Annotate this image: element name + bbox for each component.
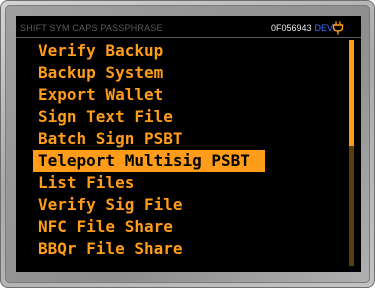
menu-item-sign-text-file[interactable]: Sign Text File xyxy=(16,106,336,128)
device-screen: SHIFT SYM CAPS PASSPHRASE 0F056943 DEV Ve… xyxy=(16,16,361,272)
status-divider xyxy=(16,37,361,38)
menu-item-backup-system[interactable]: Backup System xyxy=(16,62,336,84)
scrollbar-track[interactable] xyxy=(349,40,354,266)
menu-item-bbqr-file-share[interactable]: BBQr File Share xyxy=(16,238,336,260)
dev-badge: DEV xyxy=(314,23,333,33)
menu-item-export-wallet[interactable]: Export Wallet xyxy=(16,84,336,106)
menu-item-batch-sign-psbt[interactable]: Batch Sign PSBT xyxy=(16,128,336,150)
scrollbar-thumb[interactable] xyxy=(349,40,354,146)
status-bar: SHIFT SYM CAPS PASSPHRASE 0F056943 DEV xyxy=(16,16,361,38)
menu-item-verify-sig-file[interactable]: Verify Sig File xyxy=(16,194,336,216)
menu-item-nfc-file-share[interactable]: NFC File Share xyxy=(16,216,336,238)
menu-list: Verify Backup Backup System Export Walle… xyxy=(16,40,336,260)
plug-icon xyxy=(332,21,344,35)
keyboard-mode-indicators: SHIFT SYM CAPS PASSPHRASE xyxy=(20,23,163,33)
status-right-group: 0F056943 DEV xyxy=(271,23,333,34)
wallet-fingerprint: 0F056943 xyxy=(270,23,312,33)
device-bezel: SHIFT SYM CAPS PASSPHRASE 0F056943 DEV Ve… xyxy=(0,0,375,288)
menu-item-teleport-multisig-psbt[interactable]: Teleport Multisig PSBT xyxy=(33,150,265,172)
menu-item-verify-backup[interactable]: Verify Backup xyxy=(16,40,336,62)
menu-item-list-files[interactable]: List Files xyxy=(16,172,336,194)
